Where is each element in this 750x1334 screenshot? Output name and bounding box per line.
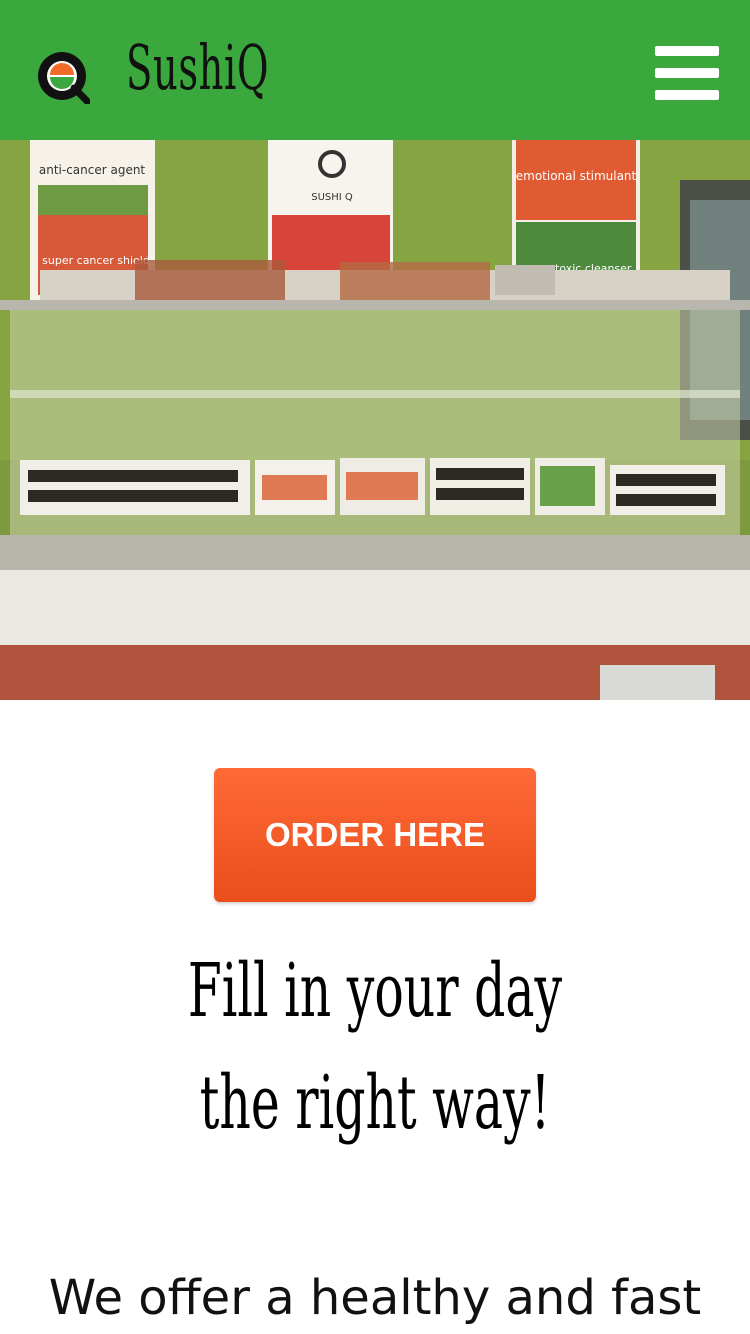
- poster-text-3: SUSHI Q: [311, 192, 353, 203]
- page-headline: Fill in your day the right way!: [187, 948, 563, 1146]
- site-header: SushiQ: [0, 0, 750, 140]
- poster-text-2: super cancer shield: [42, 254, 150, 267]
- sushi-q-logo-icon[interactable]: [34, 48, 90, 104]
- hero-image: anti-cancer agent super cancer shield SU…: [0, 140, 750, 700]
- hamburger-menu-icon[interactable]: [655, 46, 719, 100]
- brand-name[interactable]: SushiQ: [126, 28, 269, 108]
- poster-text-1: anti-cancer agent: [39, 163, 146, 177]
- order-here-button[interactable]: ORDER HERE: [214, 768, 536, 902]
- intro-text: We offer a healthy and fast: [48, 1270, 702, 1326]
- poster-text-4: emotional stimulant: [516, 169, 637, 183]
